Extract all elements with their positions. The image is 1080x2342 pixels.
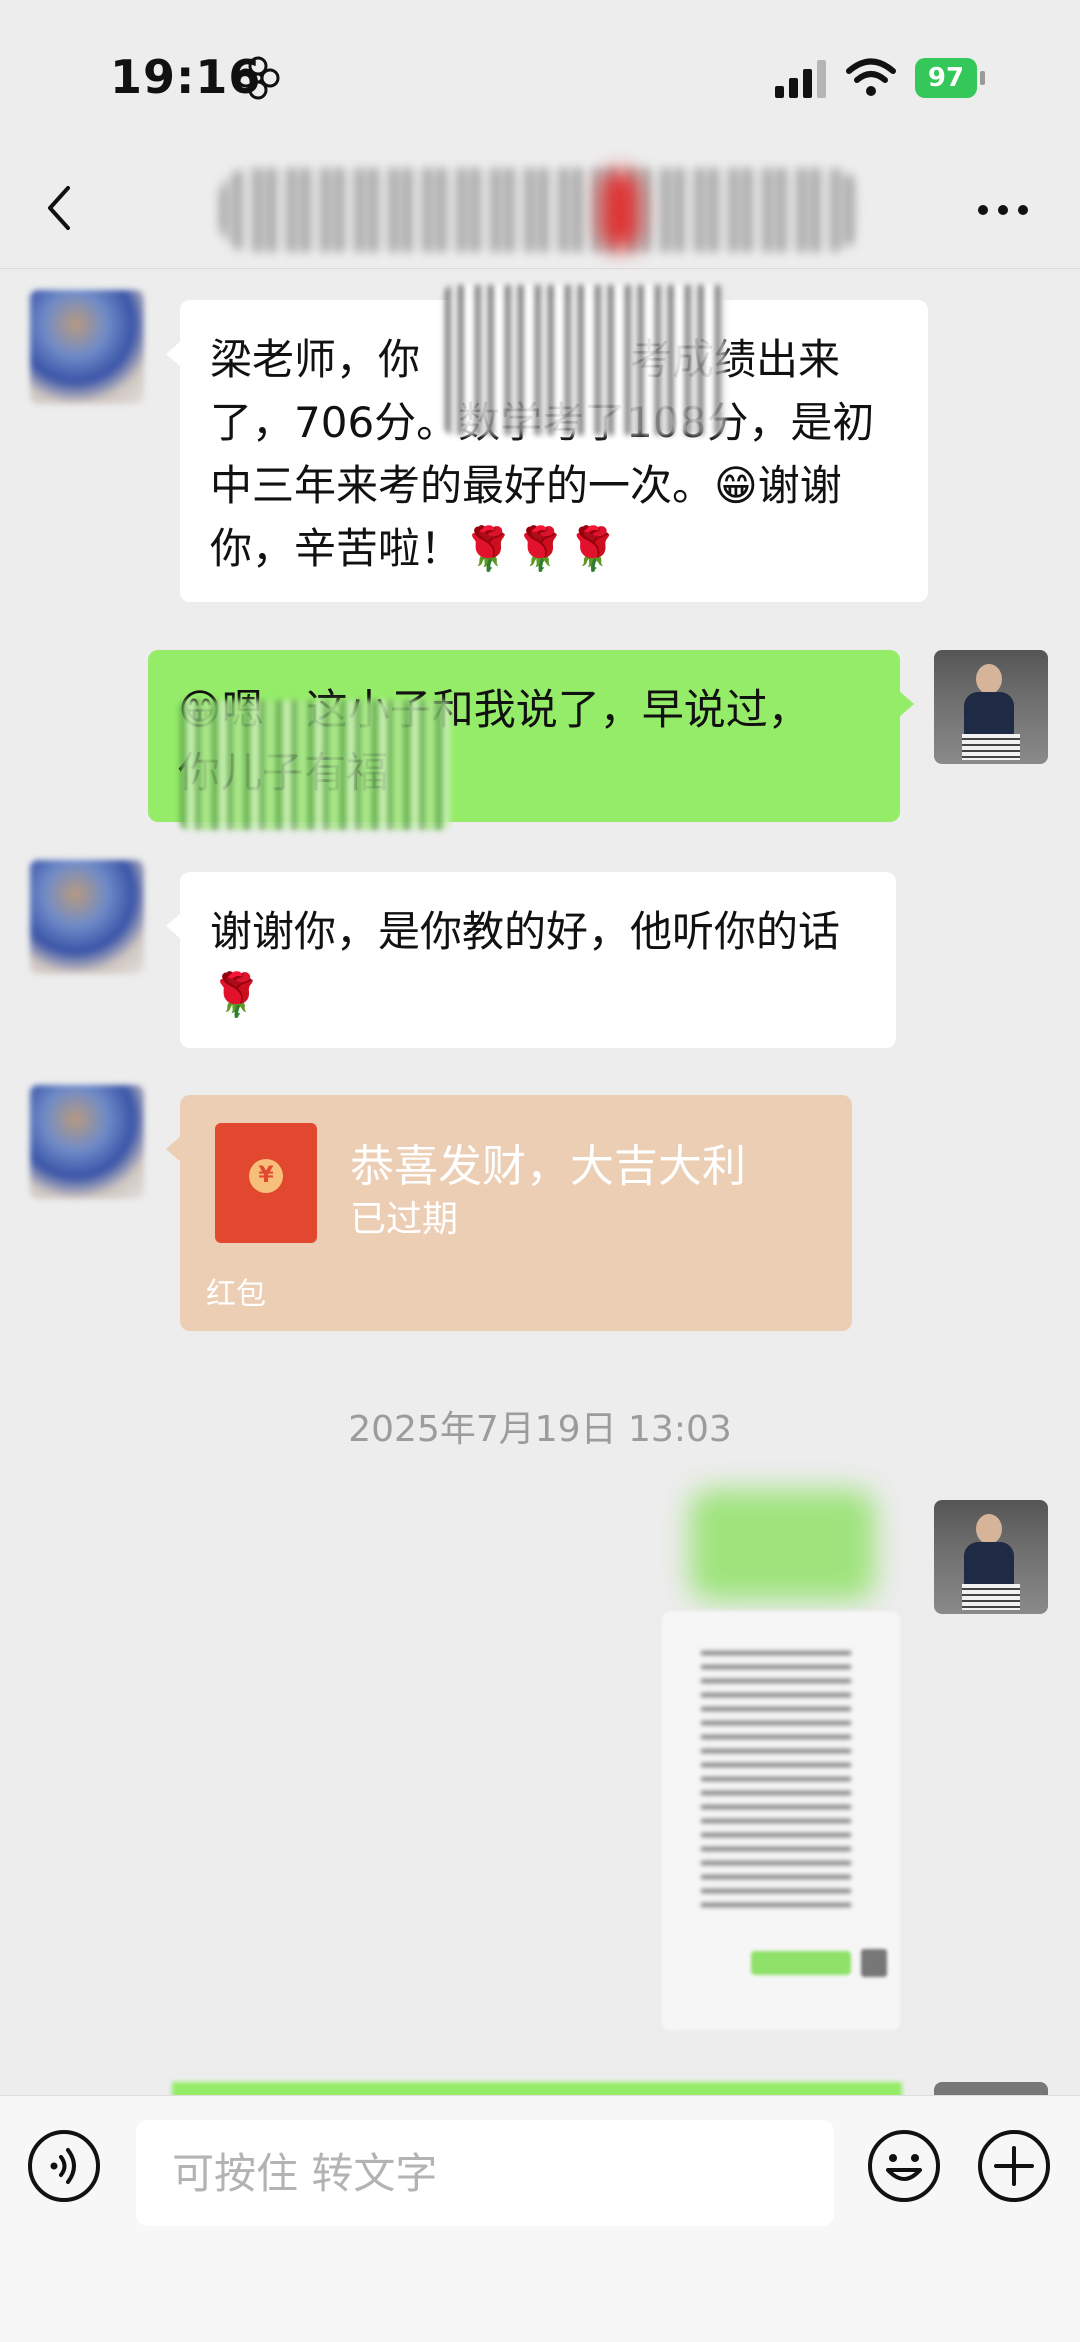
chevron-left-icon[interactable] <box>40 182 80 234</box>
chat-header <box>0 150 1080 269</box>
message-bubble-incoming[interactable]: 谢谢你，是你教的好，他听你的话🌹 <box>166 872 896 1048</box>
red-packet-label: 红包 <box>206 1277 266 1312</box>
chat-timestamp: 2025年7月19日 13:03 <box>348 1409 732 1450</box>
blurred-message[interactable] <box>690 1490 875 1600</box>
redaction-mosaic <box>180 700 450 830</box>
red-packet-coin: ¥ <box>249 1159 283 1193</box>
more-dots-icon[interactable] <box>975 200 1031 220</box>
red-packet-title: 恭喜发财，大吉大利 <box>350 1141 746 1192</box>
avatar[interactable] <box>30 290 144 404</box>
emoji-icon[interactable] <box>866 2128 942 2204</box>
message-input[interactable] <box>136 2120 812 2226</box>
avatar[interactable] <box>30 1085 144 1199</box>
red-packet-icon: ¥ <box>215 1123 317 1243</box>
flower-icon <box>236 56 280 100</box>
message-text: 谢谢你，是你教的好，他听你的话🌹 <box>210 907 841 1019</box>
message-input-field[interactable] <box>136 2120 834 2226</box>
battery-level: 97 <box>915 58 977 98</box>
avatar[interactable] <box>934 1500 1048 1614</box>
chat-title-redacted <box>220 168 860 252</box>
chat-title-redacted-mark <box>600 170 640 250</box>
input-bar <box>0 2095 1080 2342</box>
voice-icon[interactable] <box>26 2128 102 2204</box>
signal-icon <box>775 60 826 98</box>
plus-icon[interactable] <box>976 2128 1052 2204</box>
chat-screenshot-image[interactable] <box>660 1610 902 2032</box>
redaction-mosaic <box>445 285 725 435</box>
battery-icon: 97 <box>915 58 987 98</box>
red-packet-message[interactable]: ¥ 恭喜发财，大吉大利 已过期 红包 <box>166 1095 852 1331</box>
wifi-icon <box>846 58 896 96</box>
status-bar: 19:16 97 <box>0 0 1080 150</box>
avatar[interactable] <box>30 860 144 974</box>
red-packet-status: 已过期 <box>350 1199 459 1240</box>
